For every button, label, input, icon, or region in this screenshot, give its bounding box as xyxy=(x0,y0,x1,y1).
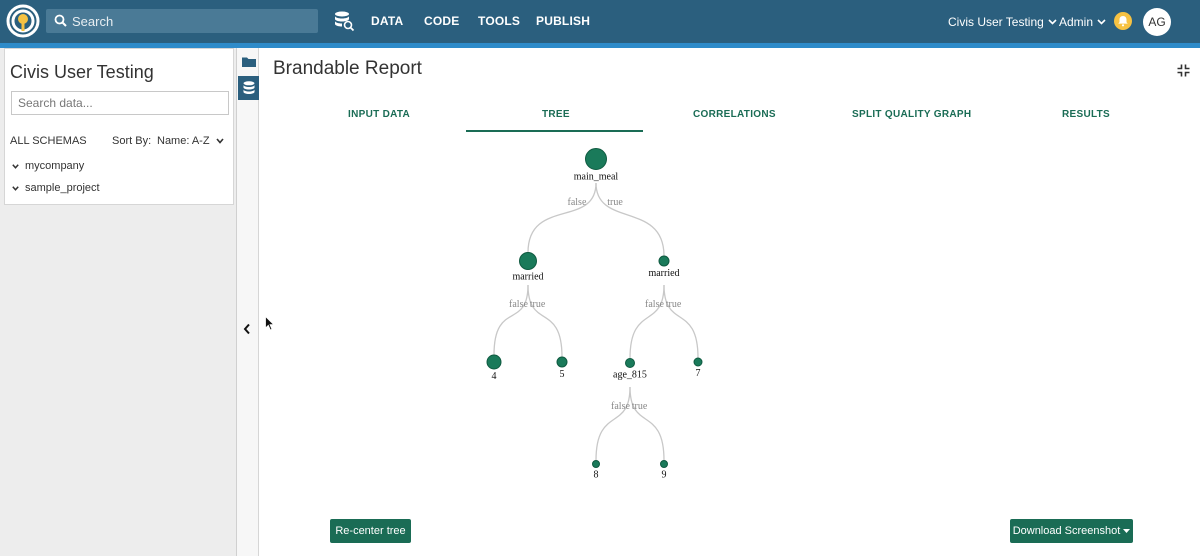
tree-node[interactable] xyxy=(693,357,703,367)
bell-glyph xyxy=(1118,16,1128,27)
tree-edge-label: true xyxy=(666,299,682,310)
schema-item-mycompany[interactable]: mycompany xyxy=(12,160,84,172)
recenter-tree-button[interactable]: Re-center tree xyxy=(330,519,411,543)
tree-edge-label: false xyxy=(611,401,630,412)
global-search-input[interactable] xyxy=(72,9,312,33)
tree-edge-label: false xyxy=(645,299,664,310)
tree-edge xyxy=(663,284,699,359)
chevron-down-icon xyxy=(1048,19,1057,25)
folder-icon xyxy=(241,57,256,67)
tab-correlations[interactable]: CORRELATIONS xyxy=(693,109,776,120)
tab-split-quality-graph[interactable]: SPLIT QUALITY GRAPH xyxy=(852,109,971,120)
tree-node[interactable] xyxy=(486,354,502,370)
tree-edge xyxy=(493,284,529,356)
tree-edge xyxy=(595,386,631,461)
bell-icon[interactable] xyxy=(1114,12,1132,30)
tree-node[interactable] xyxy=(556,356,568,368)
schema-browser-card: Civis User Testing ALL SCHEMAS Sort By: … xyxy=(4,48,234,205)
schema-item-sample-project[interactable]: sample_project xyxy=(12,182,100,194)
tree-edge-label: false xyxy=(568,197,587,208)
tree-node-label: 7 xyxy=(696,368,701,379)
tree-edge-label: true xyxy=(632,401,648,412)
sort-dropdown[interactable]: Name: A-Z xyxy=(157,135,224,147)
search-icon xyxy=(54,14,67,27)
tab-input-data[interactable]: INPUT DATA xyxy=(348,109,410,120)
nav-publish[interactable]: PUBLISH xyxy=(536,14,590,28)
tree-edge xyxy=(527,284,563,358)
tree-node[interactable] xyxy=(519,252,537,270)
admin-menu-label: Admin xyxy=(1059,15,1094,29)
download-screenshot-label: Download Screenshot xyxy=(1012,525,1121,537)
tree-node-label: 5 xyxy=(560,369,565,380)
chevron-down-icon xyxy=(12,185,19,191)
tree-edge xyxy=(527,182,597,253)
tree-edge-label: true xyxy=(530,299,546,310)
search-data-input[interactable] xyxy=(11,91,229,115)
chevron-down-icon xyxy=(12,163,19,169)
active-tab-indicator xyxy=(466,130,643,132)
schema-browser-title: Civis User Testing xyxy=(10,62,154,82)
tree-node-label: 9 xyxy=(662,470,667,481)
tree-edge-label: true xyxy=(607,197,623,208)
tree-node-label: main_meal xyxy=(574,172,619,183)
tree-edge-label: false xyxy=(509,299,528,310)
tab-results[interactable]: RESULTS xyxy=(1062,109,1110,120)
nav-tools[interactable]: TOOLS xyxy=(478,14,520,28)
tree-edge xyxy=(595,182,665,257)
admin-menu[interactable]: Admin xyxy=(1059,15,1106,29)
sort-dropdown-value: Name: A-Z xyxy=(157,135,210,147)
tree-node[interactable] xyxy=(658,255,670,267)
side-toolbar xyxy=(237,48,259,556)
page-title: Brandable Report xyxy=(273,58,422,79)
tree-node-label: age_815 xyxy=(613,370,647,381)
database-button[interactable] xyxy=(238,76,259,100)
tree-node[interactable] xyxy=(592,460,600,468)
chevron-down-icon xyxy=(216,138,224,144)
folder-button[interactable] xyxy=(238,49,259,73)
sort-by-label: Sort By: xyxy=(112,135,152,147)
top-navigation-bar: DATA CODE TOOLS PUBLISH Civis User Testi… xyxy=(0,0,1200,43)
chevron-left-icon[interactable] xyxy=(243,323,251,335)
tree-node[interactable] xyxy=(660,460,668,468)
caret-down-icon xyxy=(1123,529,1131,533)
global-search[interactable] xyxy=(46,9,318,33)
logo-icon[interactable] xyxy=(6,4,40,38)
chevron-down-icon xyxy=(1097,19,1106,25)
tree-node-label: 8 xyxy=(594,470,599,481)
schema-item-label: sample_project xyxy=(25,182,100,194)
fullscreen-exit-icon[interactable] xyxy=(1177,64,1190,77)
mouse-cursor-icon xyxy=(265,316,275,331)
nav-code[interactable]: CODE xyxy=(424,14,459,28)
tree-node-label: 4 xyxy=(492,371,497,382)
org-switcher[interactable]: Civis User Testing xyxy=(948,15,1057,29)
nav-data[interactable]: DATA xyxy=(371,14,403,28)
data-browser-panel: Civis User Testing ALL SCHEMAS Sort By: … xyxy=(0,48,237,556)
org-switcher-label: Civis User Testing xyxy=(948,15,1044,29)
avatar[interactable]: AG xyxy=(1143,8,1171,36)
tree-edge xyxy=(629,284,665,359)
database-search-icon[interactable] xyxy=(333,10,355,32)
tree-node[interactable] xyxy=(585,148,607,170)
tab-tree[interactable]: TREE xyxy=(542,109,570,120)
tree-edge xyxy=(629,386,665,461)
schema-item-label: mycompany xyxy=(25,160,85,172)
tree-node-label: married xyxy=(512,272,543,283)
tree-node[interactable] xyxy=(625,358,635,368)
database-icon xyxy=(243,81,254,94)
tree-node-label: married xyxy=(648,268,679,279)
decision-tree[interactable]: false truefalse true false truefalse truemain… xyxy=(470,140,730,485)
download-screenshot-button[interactable]: Download Screenshot xyxy=(1010,519,1133,543)
all-schemas-label: ALL SCHEMAS xyxy=(10,135,87,147)
